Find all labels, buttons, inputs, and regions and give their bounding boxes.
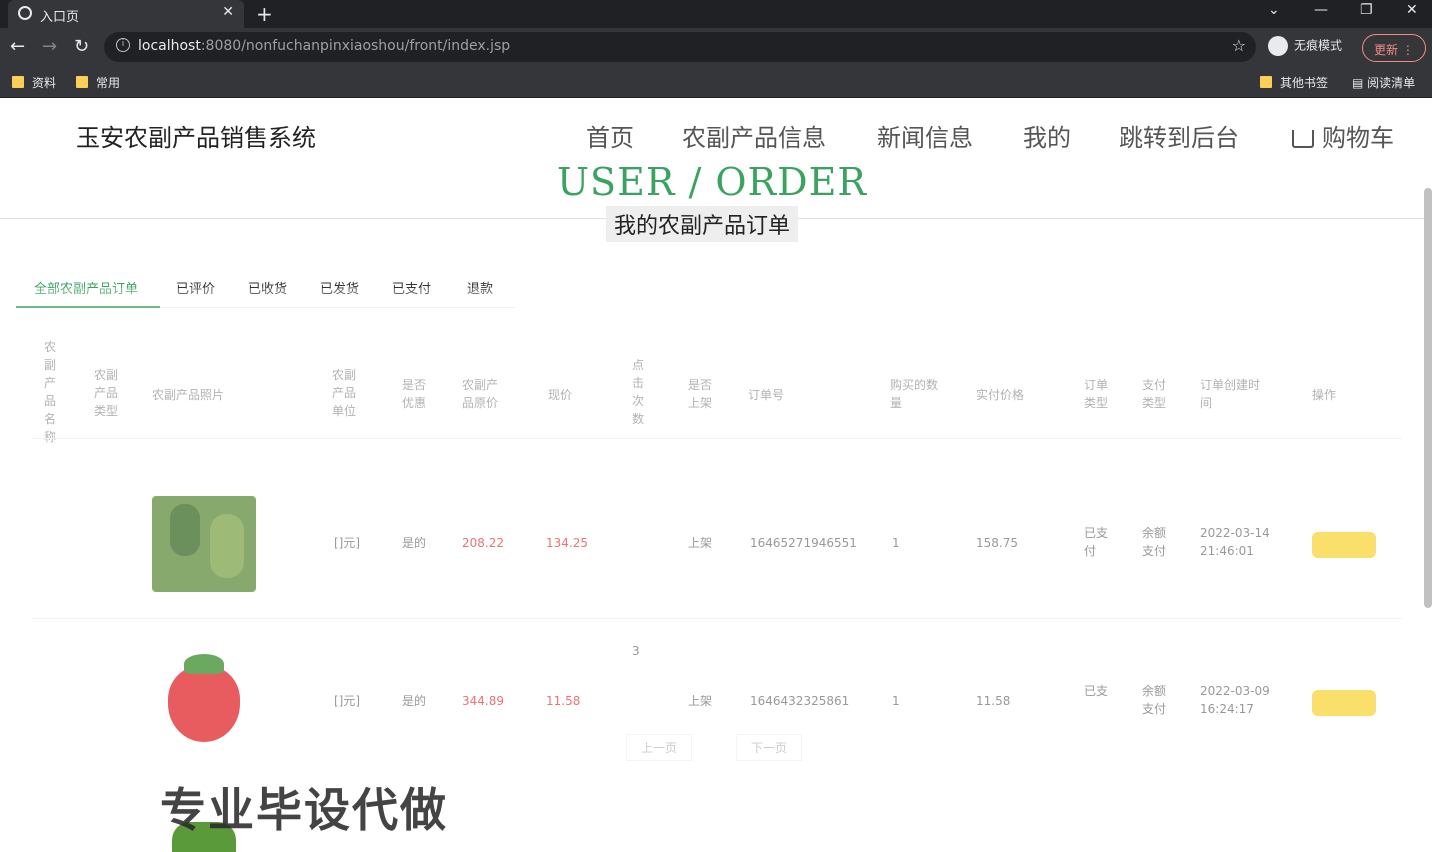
bookmark-folder[interactable]: 常用 bbox=[76, 74, 120, 91]
url-text: localhost:8080/nonfuchanpinxiaoshou/fron… bbox=[138, 38, 511, 54]
folder-icon bbox=[76, 76, 88, 88]
page-scrollbar[interactable] bbox=[1424, 188, 1432, 608]
nav-news[interactable]: 新闻信息 bbox=[877, 118, 973, 153]
header-discount: 是否 优惠 bbox=[402, 378, 427, 410]
tab-refund[interactable]: 退款 bbox=[467, 278, 493, 297]
row2-listed: 上架 bbox=[688, 694, 713, 708]
product-photo-strawberry bbox=[152, 646, 256, 742]
folder-icon bbox=[1260, 76, 1272, 88]
row1-paid: 158.75 bbox=[976, 536, 1018, 550]
row1-order-type: 已支 付 bbox=[1084, 526, 1109, 558]
row1-listed: 上架 bbox=[688, 536, 713, 550]
nav-mine[interactable]: 我的 bbox=[1023, 118, 1071, 153]
bookmark-folder[interactable]: 资料 bbox=[12, 74, 56, 91]
site-title: 玉安农副产品销售系统 bbox=[76, 124, 316, 152]
header-name: 农 副 产 品 名 称 bbox=[44, 340, 57, 444]
header-listed: 是否 上架 bbox=[688, 378, 713, 410]
header-pay-type: 支付 类型 bbox=[1142, 378, 1167, 410]
header-photo: 农副产品照片 bbox=[152, 388, 225, 402]
header-action: 操作 bbox=[1312, 388, 1337, 402]
header-order-no: 订单号 bbox=[748, 388, 785, 402]
row1-order-no: 16465271946551 bbox=[750, 536, 857, 550]
row1-created: 2022-03-14 21:46:01 bbox=[1200, 526, 1270, 558]
row2-order-no: 1646432325861 bbox=[750, 694, 850, 708]
hero-title-en: USER / ORDER bbox=[557, 160, 867, 204]
row1-orig-price: 208.22 bbox=[462, 536, 504, 550]
row2-action-button[interactable] bbox=[1312, 690, 1376, 716]
address-bar[interactable]: i localhost:8080/nonfuchanpinxiaoshou/fr… bbox=[104, 32, 1256, 62]
info-icon[interactable]: i bbox=[116, 38, 130, 52]
order-tabs: 全部农副产品订单 已评价 已收货 已发货 已支付 退款 bbox=[16, 270, 516, 308]
row2-clicks: 3 bbox=[632, 644, 640, 658]
nav-admin[interactable]: 跳转到后台 bbox=[1119, 118, 1239, 153]
row-separator bbox=[32, 618, 1402, 619]
browser-tab-bar: 入口页 ✕ + ⌄ — ❐ ✕ bbox=[0, 0, 1432, 28]
row1-unit: []元] bbox=[334, 536, 361, 550]
incognito-indicator[interactable]: 无痕模式 bbox=[1268, 36, 1342, 56]
restore-icon[interactable]: ❐ bbox=[1360, 2, 1373, 18]
row2-discount: 是的 bbox=[402, 694, 427, 708]
nav-products[interactable]: 农副产品信息 bbox=[682, 118, 826, 153]
globe-icon bbox=[18, 6, 32, 20]
header-created: 订单创建时 间 bbox=[1200, 378, 1261, 410]
watermark-text: 专业毕设代做 bbox=[160, 783, 448, 837]
header-clicks: 点 击 次 数 bbox=[632, 358, 645, 426]
active-tab-indicator bbox=[16, 306, 160, 308]
header-qty: 购买的数 量 bbox=[890, 378, 939, 410]
bookmark-star-icon[interactable]: ☆ bbox=[1232, 36, 1246, 55]
tab-shipped[interactable]: 已发货 bbox=[320, 278, 359, 297]
row2-orig-price: 344.89 bbox=[462, 694, 504, 708]
header-order-type: 订单 类型 bbox=[1084, 378, 1109, 410]
header-unit: 农副 产品 单位 bbox=[332, 368, 357, 418]
reading-list[interactable]: ▤ 阅读清单 bbox=[1352, 74, 1415, 91]
browser-tab[interactable]: 入口页 ✕ bbox=[8, 0, 244, 28]
header-orig-price: 农副产 品原价 bbox=[462, 378, 499, 410]
page: 玉安农副产品销售系统 首页 农副产品信息 新闻信息 我的 跳转到后台 购物车 U… bbox=[0, 98, 1432, 852]
back-icon[interactable]: ← bbox=[10, 36, 25, 57]
other-bookmarks[interactable]: 其他书签 bbox=[1260, 74, 1328, 91]
close-window-icon[interactable]: ✕ bbox=[1406, 2, 1418, 18]
row1-action-button[interactable] bbox=[1312, 532, 1376, 558]
tab-paid[interactable]: 已支付 bbox=[392, 278, 431, 297]
hero-title-cn: 我的农副产品订单 bbox=[606, 206, 799, 242]
forward-icon[interactable]: → bbox=[42, 36, 57, 57]
header-paid: 实付价格 bbox=[976, 388, 1025, 402]
reload-icon[interactable]: ↻ bbox=[74, 36, 89, 57]
tab-all-orders[interactable]: 全部农副产品订单 bbox=[34, 278, 138, 297]
nav-cart[interactable]: 购物车 bbox=[1292, 118, 1394, 153]
close-tab-icon[interactable]: ✕ bbox=[222, 4, 234, 20]
tab-received[interactable]: 已收货 bbox=[248, 278, 287, 297]
product-photo-vegetable bbox=[152, 496, 256, 592]
row2-pay-type: 余额 支付 bbox=[1142, 684, 1167, 716]
row2-price: 11.58 bbox=[546, 694, 581, 708]
minimize-icon[interactable]: — bbox=[1314, 2, 1328, 18]
tab-search-icon[interactable]: ⌄ bbox=[1268, 2, 1280, 18]
header-price: 现价 bbox=[548, 388, 573, 402]
row2-created: 2022-03-09 16:24:17 bbox=[1200, 684, 1270, 716]
row-separator bbox=[32, 438, 1402, 439]
cart-icon bbox=[1292, 130, 1314, 148]
bookmarks-bar: 资料 常用 其他书签 ▤ 阅读清单 bbox=[0, 66, 1432, 98]
header-type: 农副 产品 类型 bbox=[94, 368, 119, 418]
row2-unit: []元] bbox=[334, 694, 361, 708]
new-tab-icon[interactable]: + bbox=[256, 2, 273, 26]
folder-icon bbox=[12, 76, 24, 88]
row1-qty: 1 bbox=[892, 536, 900, 550]
update-button[interactable]: 更新 ⋮ bbox=[1362, 34, 1426, 62]
prev-page-button[interactable]: 上一页 bbox=[626, 734, 693, 761]
row1-discount: 是的 bbox=[402, 536, 427, 550]
row2-qty: 1 bbox=[892, 694, 900, 708]
row1-pay-type: 余额 支付 bbox=[1142, 526, 1167, 558]
tab-reviewed[interactable]: 已评价 bbox=[176, 278, 215, 297]
row2-order-type: 已支 bbox=[1084, 684, 1109, 698]
next-page-button[interactable]: 下一页 bbox=[736, 734, 803, 761]
row2-paid: 11.58 bbox=[976, 694, 1011, 708]
incognito-icon bbox=[1268, 36, 1288, 56]
browser-toolbar: ← → ↻ i localhost:8080/nonfuchanpinxiaos… bbox=[0, 28, 1432, 66]
tab-title: 入口页 bbox=[40, 10, 80, 25]
row1-price: 134.25 bbox=[546, 536, 588, 550]
nav-home[interactable]: 首页 bbox=[586, 118, 634, 153]
